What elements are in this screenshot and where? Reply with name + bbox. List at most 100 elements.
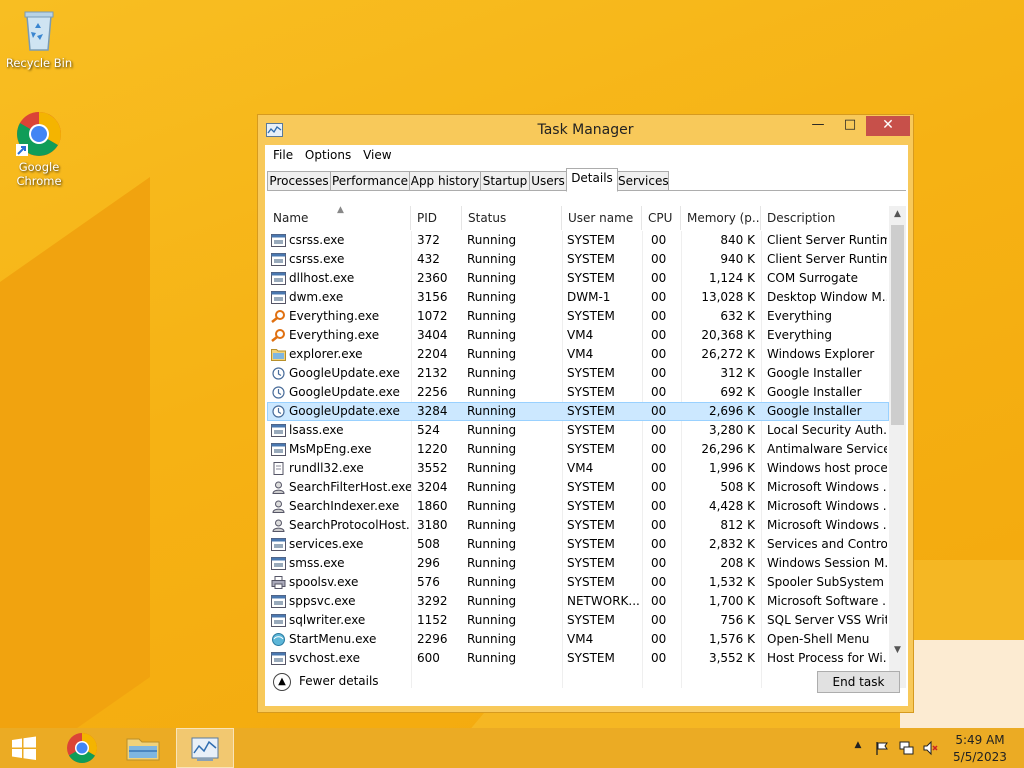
column-header-cpu[interactable]: CPU	[642, 206, 681, 230]
table-row[interactable]: SearchFilterHost.exe 3204 Running SYSTEM 00 5…	[267, 478, 889, 497]
table-row[interactable]: smss.exe 296 Running SYSTEM 00 208 K Windows S…	[267, 554, 889, 573]
taskbar-chrome[interactable]	[55, 728, 111, 768]
shell-icon	[271, 633, 286, 646]
tab-services[interactable]: Services	[617, 171, 669, 191]
table-row[interactable]: csrss.exe 372 Running SYSTEM 00 840 K Client S…	[267, 231, 889, 250]
scroll-up-icon[interactable]: ▲	[889, 206, 906, 223]
process-status: Running	[467, 480, 517, 494]
google-update-icon	[271, 386, 286, 399]
desktop-icon-google-chrome[interactable]: Google Chrome	[1, 110, 77, 188]
table-row[interactable]: spoolsv.exe 576 Running SYSTEM 00 1,532 K Spoo…	[267, 573, 889, 592]
user-icon	[271, 481, 286, 494]
process-pid: 2132	[417, 366, 448, 380]
process-description: Services and Control...	[767, 537, 887, 551]
process-memory: 812 K	[720, 518, 755, 532]
process-memory: 1,532 K	[708, 575, 755, 589]
process-name: rundll32.exe	[271, 459, 411, 478]
tab-app-history[interactable]: App history	[409, 171, 481, 191]
tab-processes[interactable]: Processes	[267, 171, 331, 191]
scrollbar-thumb[interactable]	[891, 225, 904, 425]
process-name: SearchProtocolHost....	[271, 516, 411, 535]
process-description: Host Process for Wi...	[767, 651, 887, 665]
table-row[interactable]: sppsvc.exe 3292 Running NETWORK... 00 1,700 K…	[267, 592, 889, 611]
end-task-button[interactable]: End task	[817, 671, 900, 693]
task-manager-window: Task Manager — □ ✕ File Options View Pro…	[257, 114, 914, 713]
taskbar-file-explorer[interactable]	[115, 728, 171, 768]
process-name: lsass.exe	[271, 421, 411, 440]
table-row[interactable]: explorer.exe 2204 Running VM4 00 26,272 K Wind…	[267, 345, 889, 364]
process-window-icon	[271, 443, 286, 456]
process-name: explorer.exe	[271, 345, 411, 364]
table-row[interactable]: rundll32.exe 3552 Running VM4 00 1,996 K Windo…	[267, 459, 889, 478]
scroll-down-icon[interactable]: ▼	[889, 642, 906, 659]
process-status: Running	[467, 518, 517, 532]
menu-bar: File Options View	[265, 145, 908, 167]
clock[interactable]: 5:49 AM 5/5/2023	[948, 732, 1012, 766]
desktop-icon-recycle-bin[interactable]: Recycle Bin	[1, 6, 77, 70]
process-cpu: 00	[651, 423, 667, 437]
process-description: Google Installer	[767, 385, 862, 399]
table-row[interactable]: lsass.exe 524 Running SYSTEM 00 3,280 K Local …	[267, 421, 889, 440]
maximize-button[interactable]: □	[836, 116, 864, 136]
table-row[interactable]: GoogleUpdate.exe 2132 Running SYSTEM 00 312 K…	[267, 364, 889, 383]
process-status: Running	[467, 423, 517, 437]
column-header-user-name[interactable]: User name	[562, 206, 642, 230]
process-user: SYSTEM	[567, 252, 615, 266]
process-cpu: 00	[651, 290, 667, 304]
table-row[interactable]: svchost.exe 600 Running SYSTEM 00 3,552 K Host…	[267, 649, 889, 668]
process-pid: 296	[417, 556, 440, 570]
table-row[interactable]: GoogleUpdate.exe 2256 Running SYSTEM 00 692 K…	[267, 383, 889, 402]
close-button[interactable]: ✕	[866, 116, 910, 136]
taskbar-task-manager[interactable]	[176, 728, 234, 768]
table-row[interactable]: SearchIndexer.exe 1860 Running SYSTEM 00 4,42…	[267, 497, 889, 516]
table-row[interactable]: GoogleUpdate.exe 3284 Running SYSTEM 00 2,696…	[267, 402, 889, 421]
user-icon	[271, 519, 286, 532]
process-status: Running	[467, 537, 517, 551]
network-icon[interactable]	[898, 740, 914, 756]
process-status: Running	[467, 575, 517, 589]
table-row[interactable]: services.exe 508 Running SYSTEM 00 2,832 K Ser…	[267, 535, 889, 554]
process-name: Everything.exe	[271, 326, 411, 345]
tab-users[interactable]: Users	[529, 171, 567, 191]
process-memory: 13,028 K	[701, 290, 755, 304]
table-row[interactable]: dwm.exe 3156 Running DWM-1 00 13,028 K Desktop…	[267, 288, 889, 307]
table-row[interactable]: dllhost.exe 2360 Running SYSTEM 00 1,124 K COM…	[267, 269, 889, 288]
process-status: Running	[467, 594, 517, 608]
column-header-description[interactable]: Description	[761, 206, 889, 230]
table-row[interactable]: csrss.exe 432 Running SYSTEM 00 940 K Client S…	[267, 250, 889, 269]
menu-view[interactable]: View	[361, 145, 397, 162]
process-user: VM4	[567, 328, 594, 342]
table-row[interactable]: SearchProtocolHost.... 3180 Running SYSTEM 0…	[267, 516, 889, 535]
volume-muted-icon[interactable]	[922, 740, 938, 756]
process-user: SYSTEM	[567, 556, 615, 570]
process-user: SYSTEM	[567, 404, 615, 418]
vertical-scrollbar[interactable]: ▲ ▼	[889, 206, 906, 688]
tab-performance[interactable]: Performance	[330, 171, 410, 191]
column-header-name[interactable]: Name ▲	[267, 206, 411, 230]
title-bar[interactable]: Task Manager — □ ✕	[258, 115, 913, 145]
table-row[interactable]: Everything.exe 1072 Running SYSTEM 00 632 K Ev…	[267, 307, 889, 326]
column-header-status[interactable]: Status	[462, 206, 562, 230]
process-window-icon	[271, 424, 286, 437]
minimize-button[interactable]: —	[804, 116, 832, 136]
process-window-icon	[271, 291, 286, 304]
process-status: Running	[467, 271, 517, 285]
process-user: SYSTEM	[567, 233, 615, 247]
table-row[interactable]: sqlwriter.exe 1152 Running SYSTEM 00 756 K SQL…	[267, 611, 889, 630]
tab-startup[interactable]: Startup	[480, 171, 530, 191]
table-row[interactable]: MsMpEng.exe 1220 Running SYSTEM 00 26,296 K An…	[267, 440, 889, 459]
column-header-memory[interactable]: Memory (p...	[681, 206, 761, 230]
fewer-details-button[interactable]: ▲ Fewer details	[273, 670, 379, 692]
action-center-flag-icon[interactable]	[874, 740, 890, 756]
table-row[interactable]: Everything.exe 3404 Running VM4 00 20,368 K Ev…	[267, 326, 889, 345]
column-header-pid[interactable]: PID	[411, 206, 462, 230]
table-row[interactable]: StartMenu.exe 2296 Running VM4 00 1,576 K Open…	[267, 630, 889, 649]
menu-file[interactable]: File	[271, 145, 299, 162]
process-status: Running	[467, 233, 517, 247]
process-description: Local Security Auth...	[767, 423, 887, 437]
tab-details[interactable]: Details	[566, 168, 618, 192]
menu-options[interactable]: Options	[303, 145, 357, 162]
show-hidden-icons-chevron-icon[interactable]: ▲	[850, 740, 866, 756]
process-window-icon	[271, 234, 286, 247]
start-button[interactable]	[0, 728, 56, 768]
